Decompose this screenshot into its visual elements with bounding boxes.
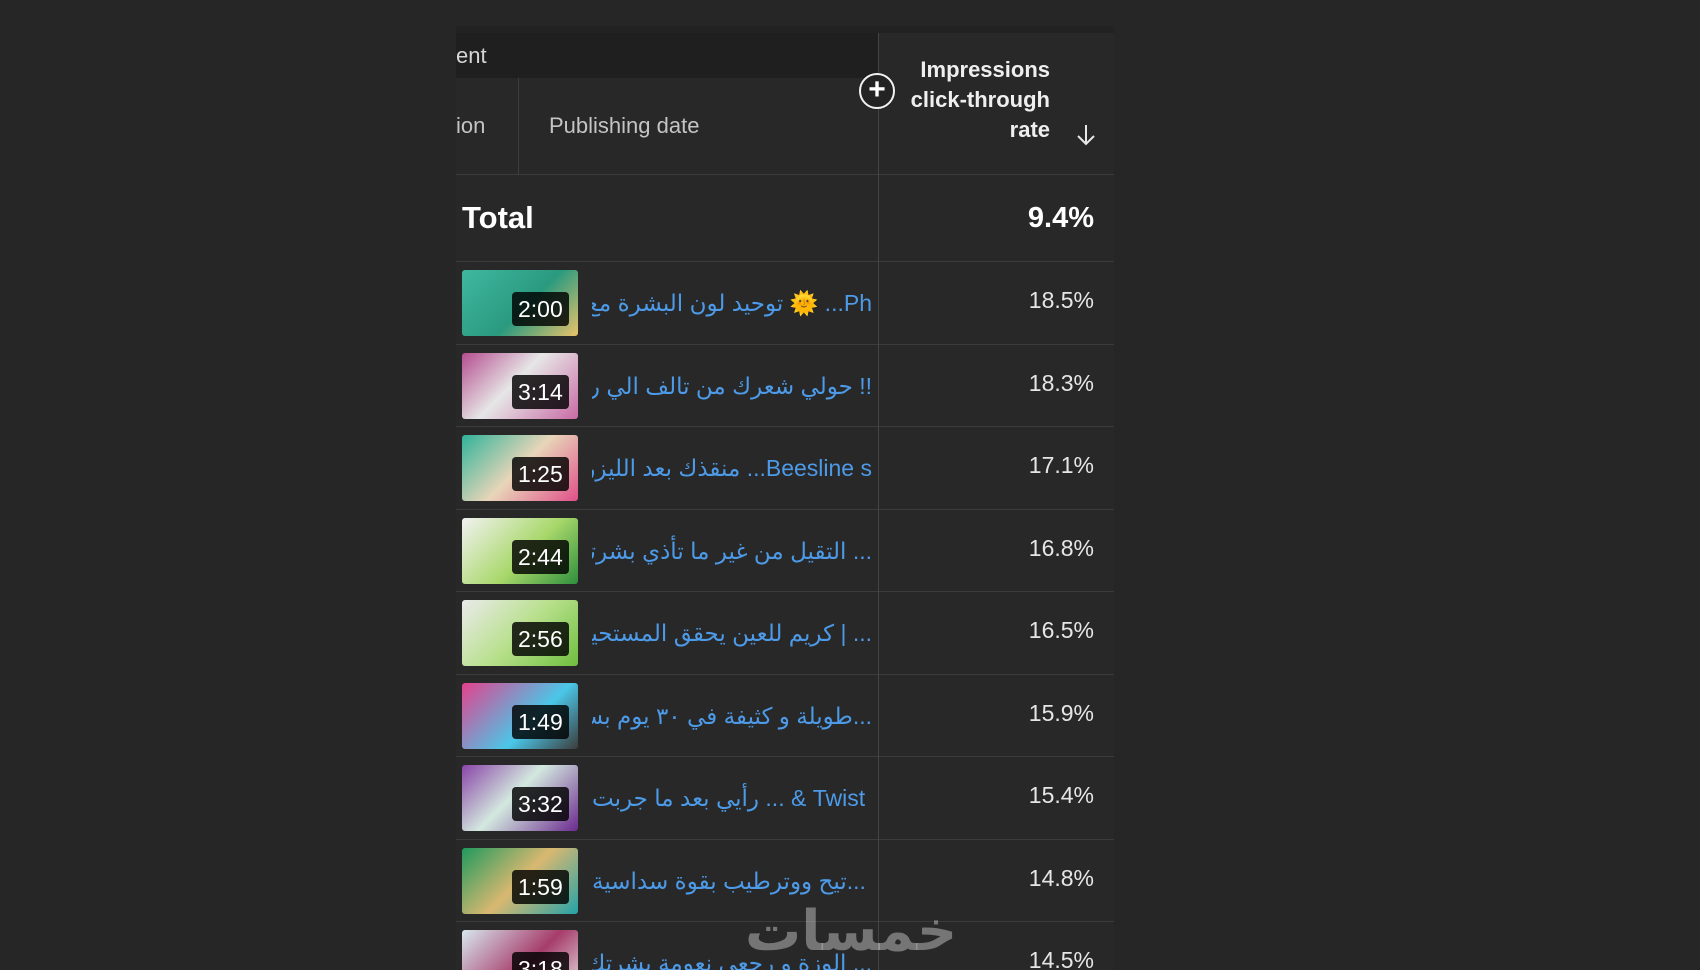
video-thumbnail[interactable]: 2:00 xyxy=(462,270,578,336)
video-title[interactable]: ... التقيل من غير ما تأذي بشرتك xyxy=(592,510,872,592)
watermark-text: خمسات xyxy=(745,899,958,962)
ctr-value: 16.5% xyxy=(1028,617,1094,643)
watermark-logo: خمسات xyxy=(745,898,957,964)
group-header-label: ent xyxy=(456,43,487,68)
video-thumbnail[interactable]: 2:44 xyxy=(462,517,578,584)
table-row[interactable]: 2:44 ... التقيل من غير ما تأذي بشرتك 16.8% xyxy=(456,510,1114,592)
column-header-publishing-date[interactable]: Publishing date xyxy=(549,78,699,174)
video-title[interactable]: ... | كريم للعين يحقق المستحيل xyxy=(592,592,872,674)
column-header-caption[interactable]: ion xyxy=(456,78,485,174)
ctr-value: 18.5% xyxy=(1028,287,1094,313)
video-title[interactable]: Ph... 🌞 توحيد لون البشرة مع xyxy=(592,262,872,344)
add-circle-icon: + xyxy=(868,73,886,106)
column-divider xyxy=(518,78,519,174)
video-duration: 3:32 xyxy=(512,787,569,821)
ctr-value: 15.9% xyxy=(1028,699,1094,726)
video-duration: 2:44 xyxy=(512,539,569,574)
video-thumbnail[interactable]: 3:32 xyxy=(462,765,578,831)
table-top-border xyxy=(456,26,1114,33)
video-thumbnail[interactable]: 3:18 xyxy=(462,930,578,970)
header-divider xyxy=(456,174,1114,175)
analytics-table: ent ion Publishing date Impressions clic… xyxy=(456,26,1114,970)
table-row[interactable]: 3:14 !! حولي شعرك من تالف الي رائع 18.3% xyxy=(456,345,1114,427)
ctr-value: 14.5% xyxy=(1028,947,1094,970)
add-column-button[interactable]: + xyxy=(859,73,895,109)
video-duration: 2:56 xyxy=(512,622,569,656)
video-title[interactable]: !! حولي شعرك من تالف الي رائع xyxy=(592,345,872,427)
table-row[interactable]: 2:00 Ph... 🌞 توحيد لون البشرة مع 18.5% xyxy=(456,262,1114,344)
group-header: ent xyxy=(456,33,878,78)
video-duration: 1:25 xyxy=(512,457,569,491)
ctr-value: 15.4% xyxy=(1028,782,1094,808)
ctr-value: 17.1% xyxy=(1028,452,1094,478)
ctr-value: 14.8% xyxy=(1028,864,1094,891)
column-header-row: ion Publishing date xyxy=(456,78,878,174)
video-duration: 3:14 xyxy=(512,374,569,409)
video-title[interactable]: Twist & ... رأيي بعد ما جربت xyxy=(592,757,872,839)
table-row[interactable]: 3:32 Twist & ... رأيي بعد ما جربت 15.4% xyxy=(456,757,1114,839)
column-header-ctr-label: Impressions click-through rate xyxy=(910,57,1050,142)
ctr-value: 18.3% xyxy=(1028,369,1094,396)
table-row[interactable]: 2:56 ... | كريم للعين يحقق المستحيل 16.5% xyxy=(456,592,1114,674)
column-header-ctr[interactable]: Impressions click-through rate xyxy=(879,33,1114,174)
total-label: Total xyxy=(462,200,534,235)
video-duration: 2:00 xyxy=(512,292,569,326)
video-thumbnail[interactable]: 1:49 xyxy=(462,682,578,749)
video-title[interactable]: ...طويلة و كثيفة في ٣٠ يوم بس xyxy=(592,675,872,757)
table-row[interactable]: 1:49 ...طويلة و كثيفة في ٣٠ يوم بس 15.9% xyxy=(456,675,1114,757)
video-duration: 1:59 xyxy=(512,869,569,904)
total-value: 9.4% xyxy=(1027,202,1094,234)
table-row[interactable]: 1:25 Beesline s... منقذك بعد الليزر 17.1% xyxy=(456,427,1114,509)
video-thumbnail[interactable]: 3:14 xyxy=(462,352,578,419)
metric-column-divider xyxy=(878,33,879,970)
video-thumbnail[interactable]: 1:25 xyxy=(462,435,578,501)
video-title[interactable]: Beesline s... منقذك بعد الليزر xyxy=(592,427,872,509)
video-duration: 3:18 xyxy=(512,952,569,970)
video-thumbnail[interactable]: 1:59 xyxy=(462,847,578,914)
video-thumbnail[interactable]: 2:56 xyxy=(462,600,578,666)
ctr-value: 16.8% xyxy=(1028,534,1094,561)
arrow-down-icon[interactable] xyxy=(1075,123,1097,147)
video-duration: 1:49 xyxy=(512,704,569,739)
